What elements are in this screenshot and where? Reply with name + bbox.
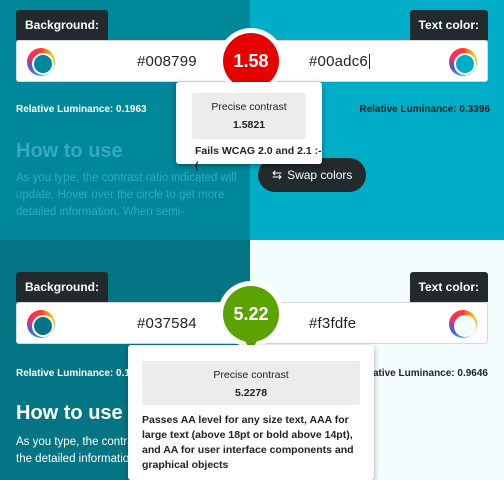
background-label: Background: bbox=[16, 272, 109, 302]
precise-contrast-box: Precise contrast 5.2278 bbox=[142, 361, 360, 405]
text-luminance: ative Luminance: 0.9646 bbox=[372, 368, 488, 379]
text-color-hex-value: #00adc6 bbox=[309, 53, 368, 70]
contrast-tooltip: Precise contrast 1.5821 Fails WCAG 2.0 a… bbox=[176, 82, 322, 172]
how-to-use-heading: How to use bbox=[16, 402, 123, 424]
text-luminance: Relative Luminance: 0.3396 bbox=[359, 104, 490, 115]
background-luminance: Relative Luminance: 0.14 bbox=[16, 368, 136, 379]
background-label: Background: bbox=[16, 10, 109, 40]
contrast-panel-top: Background: Text color: #008799 #00adc6 … bbox=[0, 0, 504, 240]
color-wheel-icon[interactable] bbox=[27, 310, 55, 338]
text-color-label: Text color: bbox=[409, 272, 488, 302]
text-color-hex-input[interactable]: #00adc6 bbox=[309, 53, 370, 70]
text-caret bbox=[368, 54, 370, 69]
precise-contrast-title: Precise contrast bbox=[213, 369, 289, 381]
text-color-hex-input[interactable]: #f3fdfe bbox=[309, 315, 356, 332]
contrast-ratio-badge[interactable]: 5.22 bbox=[223, 286, 279, 351]
background-luminance: Relative Luminance: 0.1963 bbox=[16, 104, 147, 115]
precise-contrast-value: 5.2278 bbox=[234, 387, 268, 399]
contrast-ratio-badge[interactable]: 1.58 bbox=[223, 33, 279, 98]
contrast-panel-bottom: Background: Text color: #037584 #f3fdfe … bbox=[0, 240, 504, 480]
how-to-use-heading: How to use bbox=[16, 140, 123, 162]
precise-contrast-value: 1.5821 bbox=[232, 119, 266, 131]
background-hex-input[interactable]: #008799 bbox=[137, 53, 197, 70]
color-wheel-icon[interactable] bbox=[27, 48, 55, 76]
color-wheel-icon[interactable] bbox=[449, 48, 477, 76]
text-color-label: Text color: bbox=[409, 10, 488, 40]
wcag-result-message: Fails WCAG 2.0 and 2.1 :-( bbox=[195, 145, 322, 172]
wcag-result-message: Passes AA level for any size text, AAA f… bbox=[142, 414, 354, 471]
precise-contrast-title: Precise contrast bbox=[211, 101, 287, 113]
help-text: As you type, the contrast ratio indicate… bbox=[16, 172, 237, 218]
precise-contrast-box: Precise contrast 1.5821 bbox=[192, 93, 306, 139]
color-wheel-icon[interactable] bbox=[449, 310, 477, 338]
background-hex-input[interactable]: #037584 bbox=[137, 315, 197, 332]
contrast-tooltip: Precise contrast 5.2278 Passes AA level … bbox=[128, 345, 374, 480]
